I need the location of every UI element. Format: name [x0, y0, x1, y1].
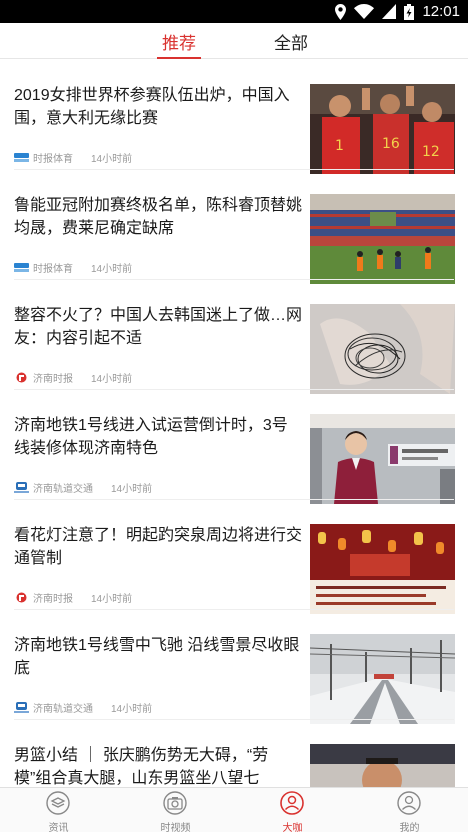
nav-label: 资讯 — [48, 823, 69, 832]
nav-celebrity[interactable]: 大咖 — [234, 788, 351, 832]
list-item[interactable]: 男篮小结 ｜ 张庆鹏伤势无大碍，“劳模”组合真大腿，山东男篮坐八望七 — [0, 720, 468, 787]
tab-all[interactable]: 全部 — [274, 29, 308, 54]
news-time: 14小时前 — [91, 264, 133, 275]
list-item[interactable]: 看花灯注意了！明起趵突泉周边将进行交通管制 济南时报 14小时前 — [0, 500, 468, 614]
tab-recommended[interactable]: 推荐 — [162, 29, 196, 54]
news-title[interactable]: 济南地铁1号线雪中飞驰 沿线雪景尽收眼底 — [14, 634, 302, 680]
snowy-railway-photo[interactable] — [310, 634, 455, 724]
sports-times-logo-icon — [14, 263, 29, 272]
news-meta: 时报体育 14小时前 — [14, 150, 132, 165]
news-icon — [46, 791, 70, 815]
list-item[interactable]: 济南地铁1号线雪中飞驰 沿线雪景尽收眼底 济南轨道交通 14小时前 — [0, 610, 468, 724]
news-meta: 济南轨道交通 14小时前 — [14, 480, 152, 495]
jinan-metro-logo-icon — [14, 482, 29, 493]
news-meta: 时报体育 14小时前 — [14, 260, 132, 275]
nav-label: 大咖 — [282, 823, 303, 832]
signal-icon — [382, 4, 397, 19]
news-source: 济南时报 — [33, 594, 73, 605]
active-tab-indicator — [157, 57, 201, 59]
jinan-times-logo-icon — [16, 592, 27, 603]
nav-news[interactable]: 资讯 — [0, 788, 117, 832]
camera-icon — [163, 791, 187, 815]
status-time: 12:01 — [422, 3, 460, 20]
news-title[interactable]: 看花灯注意了！明起趵突泉周边将进行交通管制 — [14, 524, 302, 570]
status-icons: 12:01 — [335, 2, 460, 21]
profile-icon — [397, 791, 421, 815]
svg-text:16: 16 — [382, 136, 400, 152]
top-tabs: 推荐 全部 — [0, 23, 468, 59]
news-time: 14小时前 — [111, 704, 153, 715]
news-source: 时报体育 — [33, 264, 73, 275]
news-feed[interactable]: 2019女排世界杯参赛队伍出炉，中国入围，意大利无缘比赛 时报体育 14小时前 … — [0, 60, 468, 787]
news-meta: 济南轨道交通 14小时前 — [14, 700, 152, 715]
news-time: 14小时前 — [111, 484, 153, 495]
nav-profile[interactable]: 我的 — [351, 788, 468, 832]
svg-text:12: 12 — [422, 144, 440, 160]
news-title[interactable]: 济南地铁1号线进入试运营倒计时，3号线装修体现济南特色 — [14, 414, 302, 460]
jinan-times-logo-icon — [16, 372, 27, 383]
svg-text:1: 1 — [335, 138, 344, 154]
hair-in-hand-photo[interactable] — [310, 304, 455, 394]
news-source: 济南轨道交通 — [33, 484, 93, 495]
star-user-icon — [280, 791, 304, 815]
nav-label: 我的 — [399, 823, 420, 832]
bottom-navigation: 资讯 时视频 大咖 我的 — [0, 787, 468, 832]
news-source: 济南时报 — [33, 374, 73, 385]
list-item[interactable]: 济南地铁1号线进入试运营倒计时，3号线装修体现济南特色 济南轨道交通 14小时前 — [0, 390, 468, 504]
list-item[interactable]: 鲁能亚冠附加赛终极名单，陈科睿顶替姚均晟，费莱尼确定缺席 时报体育 14小时前 — [0, 170, 468, 284]
news-title[interactable]: 鲁能亚冠附加赛终极名单，陈科睿顶替姚均晟，费莱尼确定缺席 — [14, 194, 302, 240]
basketball-player-photo[interactable] — [310, 744, 455, 787]
news-time: 14小时前 — [91, 594, 133, 605]
news-time: 14小时前 — [91, 154, 133, 165]
jinan-metro-logo-icon — [14, 702, 29, 713]
news-title[interactable]: 男篮小结 ｜ 张庆鹏伤势无大碍，“劳模”组合真大腿，山东男篮坐八望七 — [14, 744, 302, 787]
list-item[interactable]: 整容不火了？中国人去韩国迷上了做…网友：内容引起不适 济南时报 14小时前 — [0, 280, 468, 394]
nav-video[interactable]: 时视频 — [117, 788, 234, 832]
volleyball-players-photo[interactable]: 1 16 12 — [310, 84, 455, 174]
news-meta: 济南时报 14小时前 — [14, 590, 132, 605]
football-stadium-photo[interactable] — [310, 194, 455, 284]
sports-times-logo-icon — [14, 153, 29, 162]
nav-label: 时视频 — [160, 823, 191, 832]
news-source: 济南轨道交通 — [33, 704, 93, 715]
news-time: 14小时前 — [91, 374, 133, 385]
battery-icon — [404, 3, 415, 20]
news-title[interactable]: 整容不火了？中国人去韩国迷上了做…网友：内容引起不适 — [14, 304, 302, 350]
wifi-icon — [354, 4, 375, 19]
list-item[interactable]: 2019女排世界杯参赛队伍出炉，中国入围，意大利无缘比赛 时报体育 14小时前 … — [0, 60, 468, 174]
news-meta: 济南时报 14小时前 — [14, 370, 132, 385]
news-source: 时报体育 — [33, 154, 73, 165]
metro-attendant-photo[interactable] — [310, 414, 455, 504]
news-title[interactable]: 2019女排世界杯参赛队伍出炉，中国入围，意大利无缘比赛 — [14, 84, 302, 130]
location-icon — [335, 3, 347, 20]
status-bar: 12:01 — [0, 0, 468, 23]
lantern-notice-photo[interactable] — [310, 524, 455, 614]
